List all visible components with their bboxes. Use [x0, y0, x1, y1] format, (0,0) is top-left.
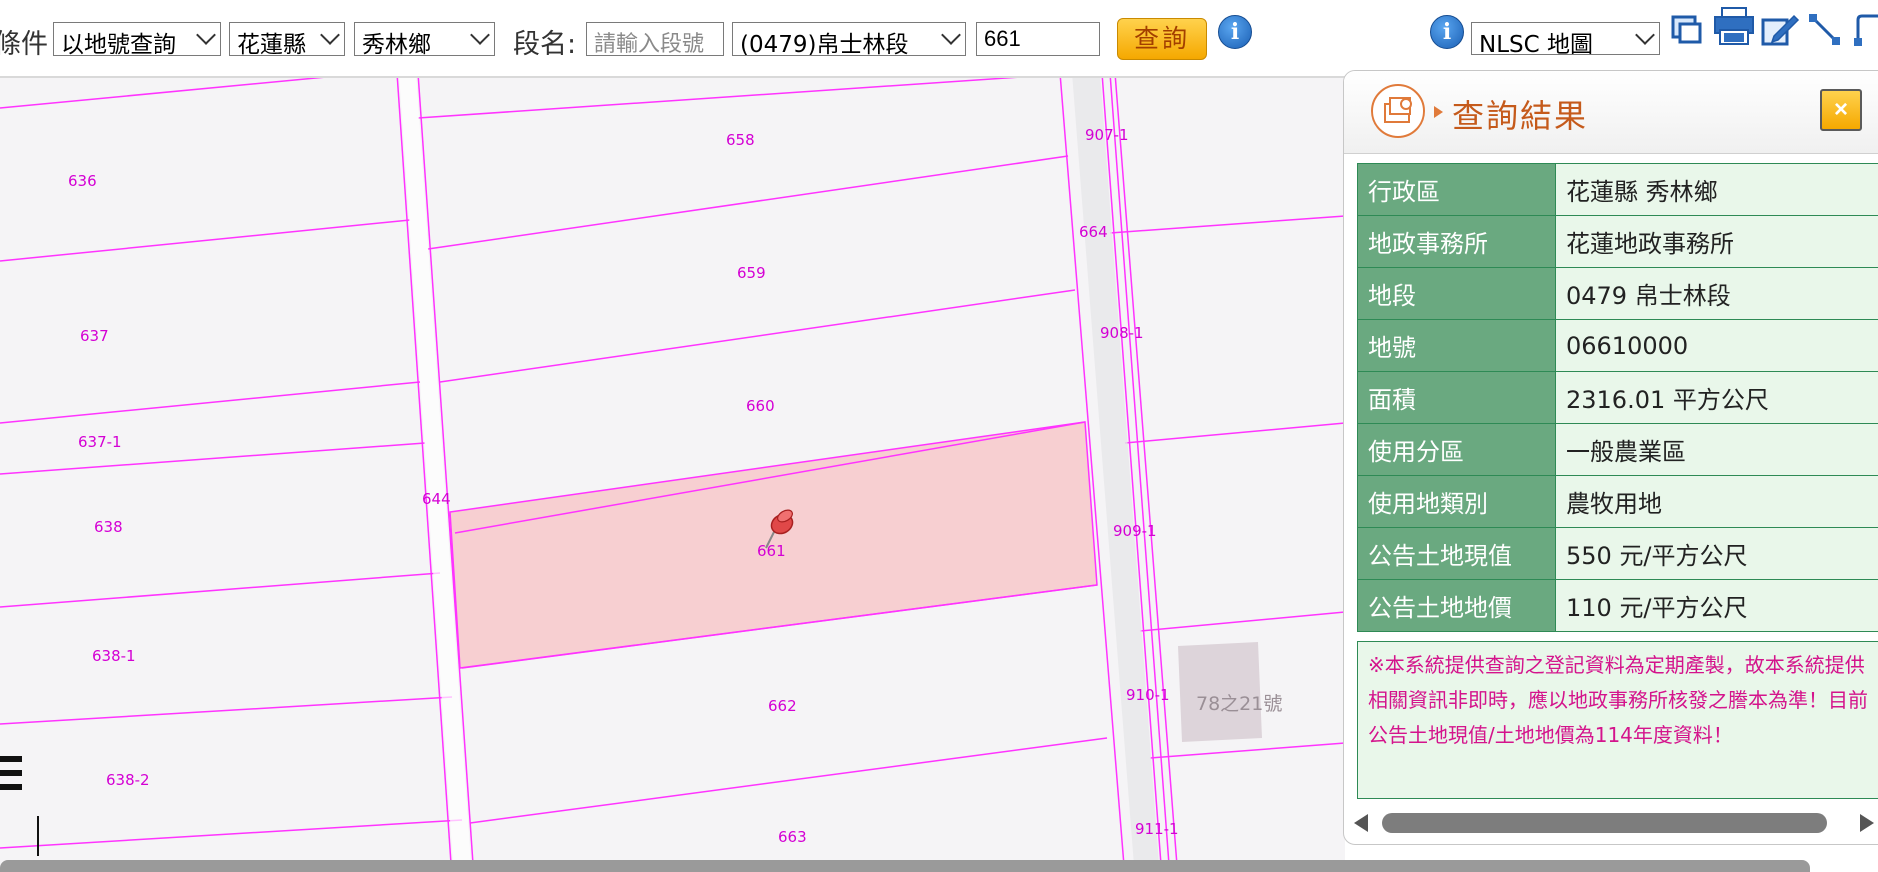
bottom-scrollbar[interactable]	[0, 860, 1810, 872]
table-row: 地段 0479 帛士林段	[1357, 267, 1878, 320]
basemap-select-value: NLSC 地圖	[1479, 32, 1593, 55]
query-result-panel: 查詢結果 × 行政區 花蓮縣 秀林鄉 地政事務所 花蓮地政事務所 地段 0479 帛士…	[1343, 70, 1878, 845]
county-value: 花蓮縣	[237, 32, 306, 56]
row-key: 公告土地地價	[1357, 579, 1556, 632]
township-value: 秀林鄉	[362, 32, 431, 56]
table-row: 使用分區 一般農業區	[1357, 423, 1878, 476]
land-number-input[interactable]: 661	[976, 22, 1100, 56]
row-value: 花蓮縣 秀林鄉	[1555, 163, 1878, 216]
query-mode-value: 以地號查詢	[61, 32, 176, 56]
chevron-down-icon	[470, 25, 490, 45]
result-table: 行政區 花蓮縣 秀林鄉 地政事務所 花蓮地政事務所 地段 0479 帛士林段 地號 06…	[1357, 163, 1878, 632]
query-mode-select[interactable]: 以地號查詢	[53, 22, 221, 56]
table-row: 公告土地地價 110 元/平方公尺	[1357, 579, 1878, 632]
parcel-label: 911-1	[1135, 820, 1179, 838]
section-code-input[interactable]: 請輸入段號	[586, 22, 724, 56]
edit-icon[interactable]	[1760, 12, 1800, 48]
document-search-icon	[1371, 84, 1425, 138]
close-button[interactable]: ×	[1820, 89, 1862, 131]
parcel-label: 663	[778, 828, 807, 846]
parcel-label: 638-1	[92, 647, 136, 665]
parcel-label: 659	[737, 264, 766, 282]
table-row: 使用地類別 農牧用地	[1357, 475, 1878, 528]
chevron-down-icon	[320, 25, 340, 45]
scroll-right-arrow-icon[interactable]	[1860, 814, 1874, 832]
row-value: 農牧用地	[1555, 475, 1878, 528]
cadastral-map[interactable]: 636 637 637-1 638 638-1 638-2 644 658 65…	[0, 78, 1345, 872]
parcel-label: 636	[68, 172, 97, 190]
parcel-label: 908-1	[1100, 324, 1144, 342]
section-label: 段名:	[513, 29, 577, 60]
pdf-print-icon[interactable]	[1712, 6, 1756, 46]
basemap-info-icon[interactable]: i	[1430, 15, 1464, 49]
parcel-label: 664	[1079, 223, 1108, 241]
row-key: 地號	[1357, 319, 1556, 372]
measure-area-icon[interactable]	[1852, 12, 1878, 48]
row-value: 110 元/平方公尺	[1555, 579, 1878, 632]
land-number-value: 661	[984, 26, 1021, 51]
parcel-label: 910-1	[1126, 686, 1170, 704]
panel-header: 查詢結果 ×	[1344, 71, 1878, 154]
building-address-label: 78之21號	[1196, 693, 1282, 715]
table-row: 面積 2316.01 平方公尺	[1357, 371, 1878, 424]
measure-line-icon[interactable]	[1808, 12, 1844, 48]
parcel-label: 660	[746, 397, 775, 415]
arrow-right-icon	[1434, 106, 1443, 118]
chevron-down-icon	[196, 25, 216, 45]
row-key: 使用地類別	[1357, 475, 1556, 528]
row-value: 0479 帛士林段	[1555, 267, 1878, 320]
parcel-label: 662	[768, 697, 797, 715]
row-key: 公告土地現值	[1357, 527, 1556, 580]
query-button[interactable]: 查詢	[1117, 18, 1207, 60]
parcel-label: 637-1	[78, 433, 122, 451]
row-value: 一般農業區	[1555, 423, 1878, 476]
section-code-placeholder: 請輸入段號	[594, 32, 705, 56]
row-value: 06610000	[1555, 319, 1878, 372]
table-row: 行政區 花蓮縣 秀林鄉	[1357, 163, 1878, 216]
parcel-label: 661	[757, 542, 786, 560]
panel-horizontal-scrollbar[interactable]	[1354, 811, 1874, 835]
parcel-label: 638	[94, 518, 123, 536]
row-key: 地段	[1357, 267, 1556, 320]
row-key: 行政區	[1357, 163, 1556, 216]
row-key: 面積	[1357, 371, 1556, 424]
table-row: 公告土地現值 550 元/平方公尺	[1357, 527, 1878, 580]
disclaimer-note: ※本系統提供查詢之登記資料為定期產製，故本系統提供相關資訊非即時，應以地政事務所…	[1357, 641, 1878, 799]
parcel-label: 909-1	[1113, 522, 1157, 540]
info-icon[interactable]: i	[1218, 15, 1252, 49]
scroll-left-arrow-icon[interactable]	[1354, 814, 1368, 832]
parcel-label: 644	[422, 490, 451, 508]
row-key: 地政事務所	[1357, 215, 1556, 268]
township-select[interactable]: 秀林鄉	[354, 22, 495, 56]
parcel-label: 907-1	[1085, 126, 1129, 144]
window-icon[interactable]	[1670, 12, 1704, 46]
building-footprint	[1178, 642, 1262, 742]
row-value: 花蓮地政事務所	[1555, 215, 1878, 268]
chevron-down-icon	[1635, 25, 1655, 45]
parcel-label: 637	[80, 327, 109, 345]
parcel-label: 638-2	[106, 771, 150, 789]
row-value: 550 元/平方公尺	[1555, 527, 1878, 580]
scroll-thumb[interactable]	[1382, 813, 1827, 833]
section-select[interactable]: (0479)帛士林段	[732, 22, 966, 56]
section-select-value: (0479)帛士林段	[740, 32, 909, 56]
row-value: 2316.01 平方公尺	[1555, 371, 1878, 424]
basemap-select[interactable]: NLSC 地圖	[1471, 22, 1660, 55]
condition-label: 條件	[0, 29, 48, 60]
scale-bar-fragment	[37, 816, 39, 856]
map-legend-fragment	[0, 756, 24, 794]
row-key: 使用分區	[1357, 423, 1556, 476]
parcel-layer: 636 637 637-1 638 638-1 638-2 644 658 65…	[0, 78, 1345, 872]
top-toolbar: 條件 以地號查詢 花蓮縣 秀林鄉 段名: 請輸入段號 (0479)帛士林段 66…	[0, 0, 1878, 76]
chevron-down-icon	[941, 25, 961, 45]
table-row: 地號 06610000	[1357, 319, 1878, 372]
table-row: 地政事務所 花蓮地政事務所	[1357, 215, 1878, 268]
county-select[interactable]: 花蓮縣	[229, 22, 345, 56]
parcel-label: 658	[726, 131, 755, 149]
panel-title: 查詢結果	[1452, 97, 1589, 135]
